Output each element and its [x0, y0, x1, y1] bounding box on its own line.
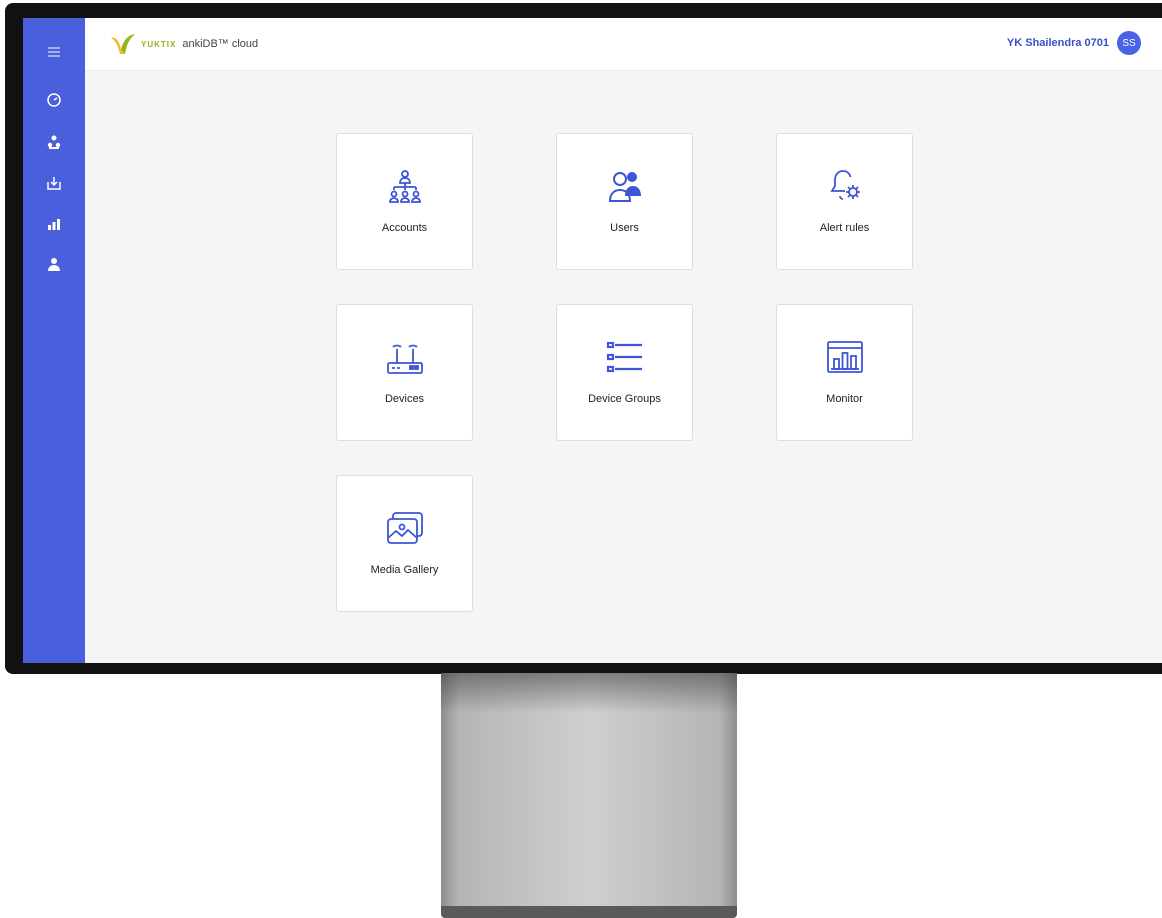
stand-shadow — [441, 673, 737, 713]
accounts-hierarchy-icon — [388, 170, 421, 203]
user-menu[interactable]: YK Shailendra 0701 SS — [1007, 31, 1141, 55]
top-bar: YUKTIX ankiDB™ cloud YK Shailendra 0701 … — [85, 18, 1162, 71]
tile-label-alert-rules: Alert rules — [819, 222, 870, 234]
user-name[interactable]: YK Shailendra 0701 — [1007, 37, 1109, 49]
sidebar — [23, 18, 85, 663]
stand-base — [441, 906, 737, 918]
list-icon — [606, 341, 642, 373]
tile-accounts[interactable]: Accounts — [336, 133, 473, 270]
photos-icon — [386, 512, 423, 544]
tile-users[interactable]: Users — [556, 133, 693, 270]
yuktix-logo-icon — [111, 34, 135, 54]
monitor-chart-icon — [826, 341, 863, 373]
brand-name: YUKTIX — [141, 39, 177, 49]
monitor-bezel: YUKTIX ankiDB™ cloud YK Shailendra 0701 … — [5, 3, 1162, 674]
product-name: ankiDB™ cloud — [182, 38, 259, 50]
tile-label-accounts: Accounts — [381, 222, 428, 234]
avatar[interactable]: SS — [1117, 31, 1141, 55]
app-screen: YUKTIX ankiDB™ cloud YK Shailendra 0701 … — [23, 18, 1162, 663]
users-icon — [608, 172, 641, 202]
user-icon[interactable] — [42, 252, 66, 276]
tile-label-monitor: Monitor — [826, 393, 863, 405]
app-logo[interactable]: YUKTIX ankiDB™ cloud — [109, 32, 258, 56]
analytics-icon[interactable] — [42, 212, 66, 236]
tile-label-devices: Devices — [384, 393, 425, 405]
menu-icon[interactable] — [42, 40, 66, 64]
download-icon[interactable] — [42, 171, 66, 195]
tile-monitor[interactable]: Monitor — [776, 304, 913, 441]
router-icon — [386, 344, 423, 374]
tile-alert-rules[interactable]: Alert rules — [776, 133, 913, 270]
tile-label-device-groups: Device Groups — [588, 393, 661, 405]
accounts-icon[interactable] — [42, 130, 66, 154]
tile-devices[interactable]: Devices — [336, 304, 473, 441]
tile-device-groups[interactable]: Device Groups — [556, 304, 693, 441]
tile-label-media-gallery: Media Gallery — [370, 564, 439, 576]
tile-media-gallery[interactable]: Media Gallery — [336, 475, 473, 612]
dashboard-icon[interactable] — [42, 88, 66, 112]
tile-label-users: Users — [610, 222, 639, 234]
bell-gear-icon — [829, 170, 860, 200]
